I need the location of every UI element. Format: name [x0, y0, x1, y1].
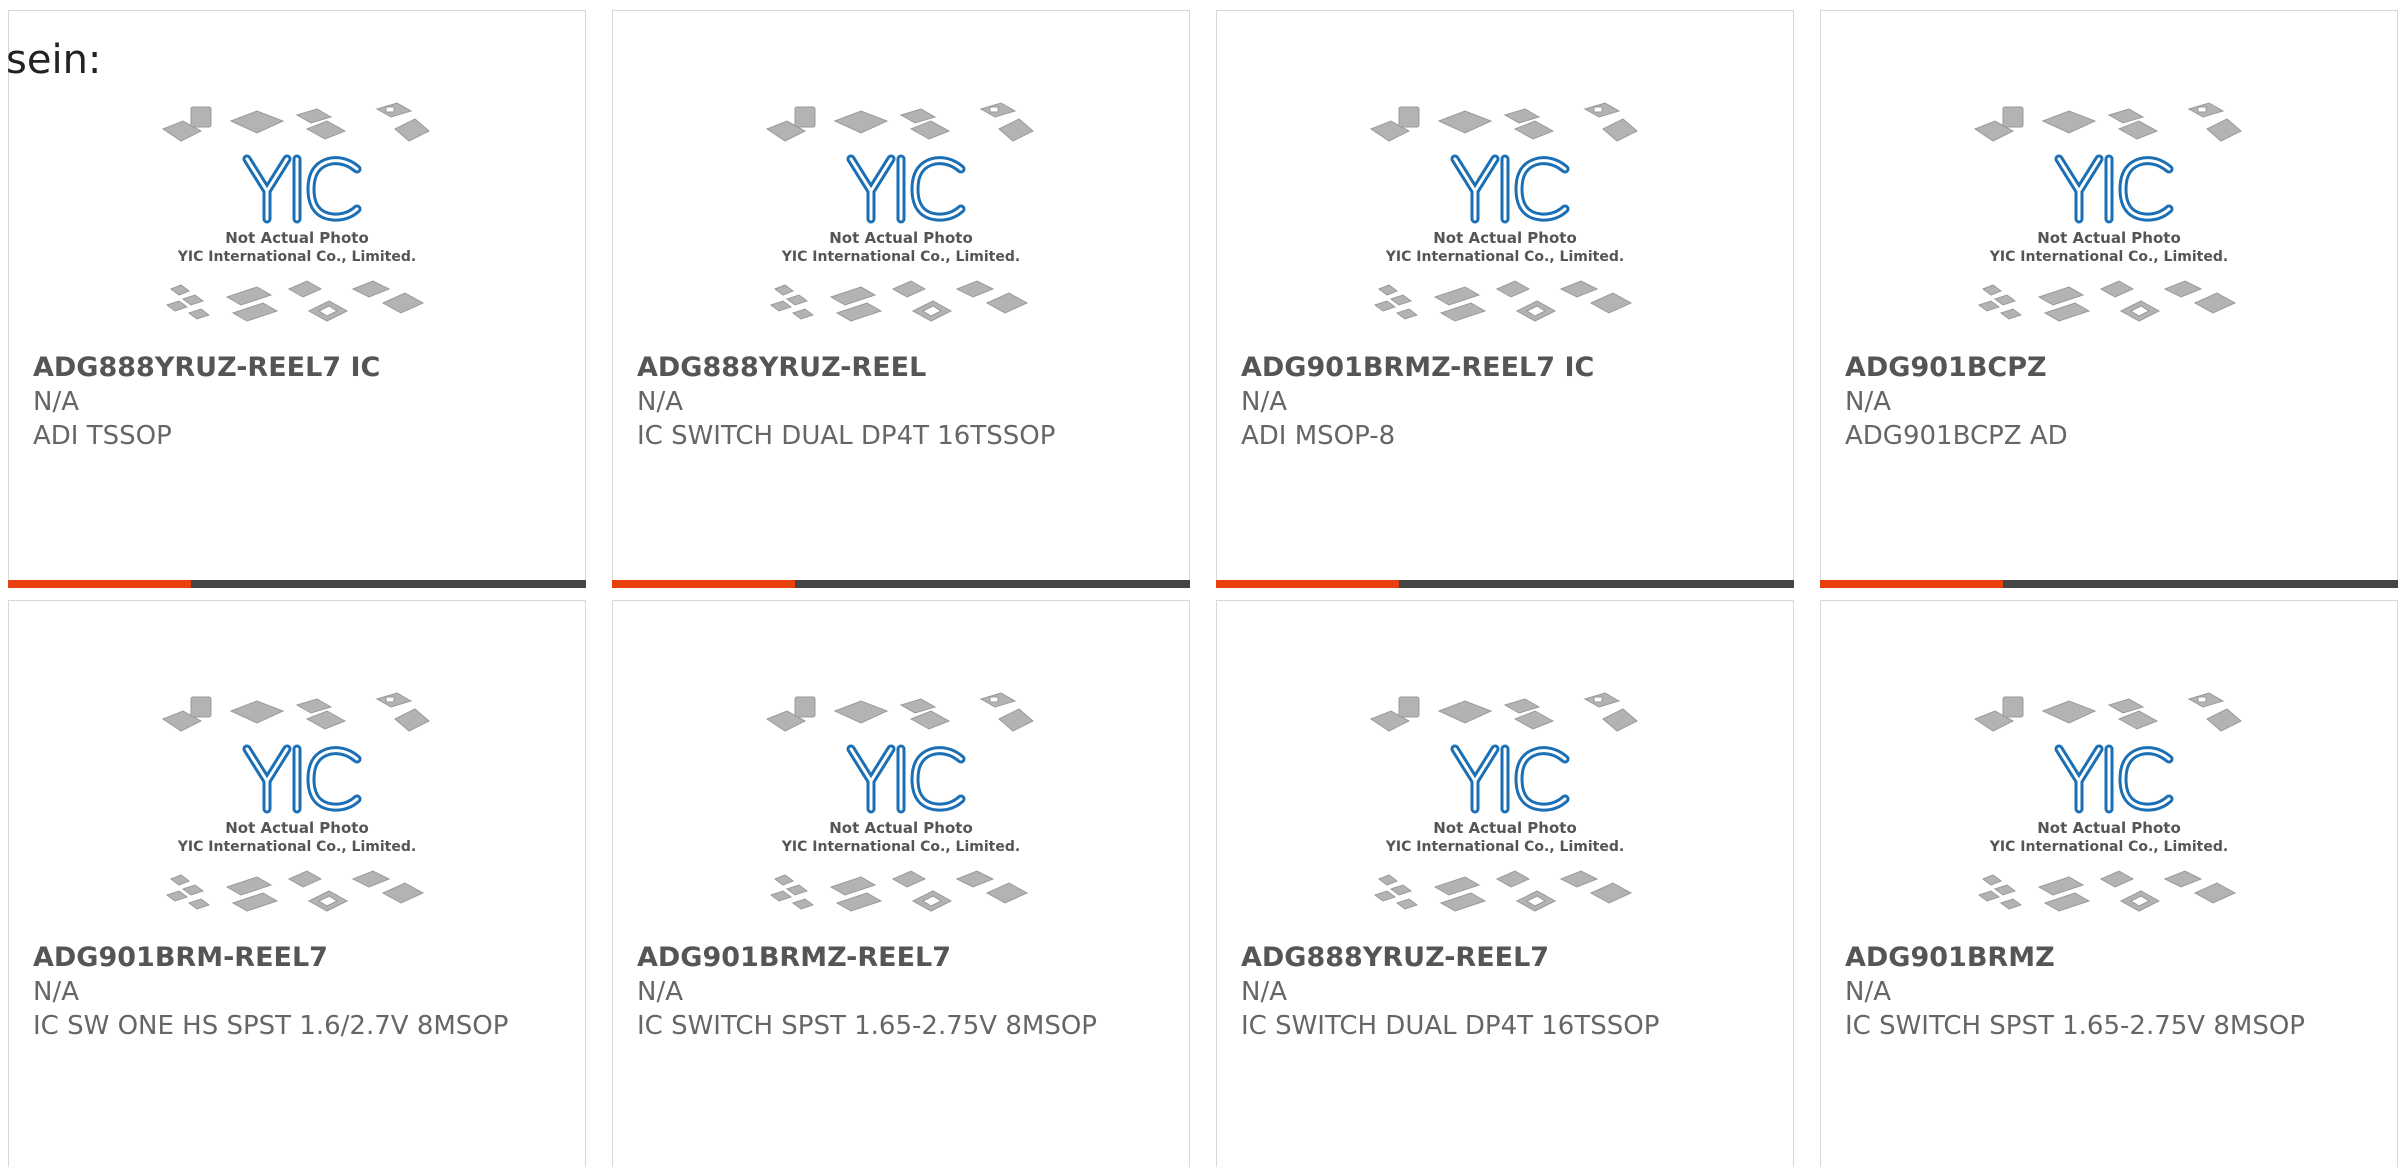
thumbnail-line2: YIC International Co., Limited.: [781, 249, 1020, 265]
part-number[interactable]: ADG901BRMZ: [1845, 941, 2373, 975]
product-thumbnail: Not Actual Photo YIC International Co., …: [1369, 692, 1638, 912]
thumbnail-line1: Not Actual Photo: [2037, 819, 2181, 837]
intro-text: sein:: [6, 37, 102, 83]
stock-status: N/A: [1241, 977, 1287, 1007]
card-accent-bar: [1820, 580, 2003, 588]
card-accent-bar: [8, 580, 191, 588]
product-info: ADG901BRMZ-REEL7 IC N/A ADI MSOP-8: [1241, 351, 1769, 453]
card-bottom-bar: [612, 580, 1190, 588]
card-bottom-bar: [1820, 580, 2398, 588]
stock-status: N/A: [1241, 387, 1287, 417]
part-number[interactable]: ADG888YRUZ-REEL: [637, 351, 1165, 385]
product-description: ADI TSSOP: [33, 421, 172, 451]
part-number[interactable]: ADG901BRMZ-REEL7 IC: [1241, 351, 1769, 385]
thumbnail-line1: Not Actual Photo: [225, 229, 369, 247]
product-info: ADG901BRMZ-REEL7 N/A IC SWITCH SPST 1.65…: [637, 941, 1165, 1043]
product-description: ADI MSOP-8: [1241, 421, 1396, 451]
product-card[interactable]: Not Actual Photo YIC International Co., …: [1216, 600, 1794, 1167]
product-card[interactable]: Not Actual Photo YIC International Co., …: [1820, 600, 2398, 1167]
thumbnail-line2: YIC International Co., Limited.: [1989, 839, 2228, 855]
product-card[interactable]: Not Actual Photo YIC International Co., …: [8, 10, 586, 588]
part-number[interactable]: ADG901BRM-REEL7: [33, 941, 561, 975]
card-bottom-bar: [8, 580, 586, 588]
product-description: IC SWITCH DUAL DP4T 16TSSOP: [637, 421, 1056, 451]
product-info: ADG901BCPZ N/A ADG901BCPZ AD: [1845, 351, 2373, 453]
product-description: IC SWITCH SPST 1.65-2.75V 8MSOP: [1845, 1011, 2305, 1041]
product-info: ADG888YRUZ-REEL7 N/A IC SWITCH DUAL DP4T…: [1241, 941, 1769, 1043]
thumbnail-line1: Not Actual Photo: [1433, 229, 1577, 247]
page: sein: Not Actual Photo YIC International…: [0, 0, 2400, 1167]
stock-status: N/A: [1845, 387, 1891, 417]
product-description: IC SWITCH SPST 1.65-2.75V 8MSOP: [637, 1011, 1097, 1041]
product-description: IC SW ONE HS SPST 1.6/2.7V 8MSOP: [33, 1011, 509, 1041]
product-thumbnail: Not Actual Photo YIC International Co., …: [1369, 102, 1638, 322]
product-thumbnail: Not Actual Photo YIC International Co., …: [161, 692, 430, 912]
product-card[interactable]: Not Actual Photo YIC International Co., …: [612, 10, 1190, 588]
product-info: ADG888YRUZ-REEL7 IC N/A ADI TSSOP: [33, 351, 561, 453]
product-thumbnail: Not Actual Photo YIC International Co., …: [1973, 102, 2242, 322]
thumbnail-line1: Not Actual Photo: [829, 819, 973, 837]
product-card[interactable]: Not Actual Photo YIC International Co., …: [8, 600, 586, 1167]
thumbnail-line1: Not Actual Photo: [829, 229, 973, 247]
thumbnail-line2: YIC International Co., Limited.: [781, 839, 1020, 855]
product-card[interactable]: Not Actual Photo YIC International Co., …: [1820, 10, 2398, 588]
product-card[interactable]: Not Actual Photo YIC International Co., …: [1216, 10, 1794, 588]
stock-status: N/A: [1845, 977, 1891, 1007]
part-number[interactable]: ADG901BCPZ: [1845, 351, 2373, 385]
product-info: ADG888YRUZ-REEL N/A IC SWITCH DUAL DP4T …: [637, 351, 1165, 453]
thumbnail-line2: YIC International Co., Limited.: [1385, 249, 1624, 265]
product-info: ADG901BRMZ N/A IC SWITCH SPST 1.65-2.75V…: [1845, 941, 2373, 1043]
product-grid: Not Actual Photo YIC International Co., …: [8, 10, 2398, 1167]
thumbnail-line2: YIC International Co., Limited.: [1989, 249, 2228, 265]
product-thumbnail: Not Actual Photo YIC International Co., …: [765, 692, 1034, 912]
thumbnail-line2: YIC International Co., Limited.: [177, 249, 416, 265]
part-number[interactable]: ADG901BRMZ-REEL7: [637, 941, 1165, 975]
card-accent-bar: [1216, 580, 1399, 588]
product-description: IC SWITCH DUAL DP4T 16TSSOP: [1241, 1011, 1660, 1041]
thumbnail-line1: Not Actual Photo: [2037, 229, 2181, 247]
card-accent-bar: [612, 580, 795, 588]
stock-status: N/A: [33, 977, 79, 1007]
product-info: ADG901BRM-REEL7 N/A IC SW ONE HS SPST 1.…: [33, 941, 561, 1043]
thumbnail-line1: Not Actual Photo: [225, 819, 369, 837]
part-number[interactable]: ADG888YRUZ-REEL7 IC: [33, 351, 561, 385]
part-number[interactable]: ADG888YRUZ-REEL7: [1241, 941, 1769, 975]
product-thumbnail: Not Actual Photo YIC International Co., …: [1973, 692, 2242, 912]
product-card[interactable]: Not Actual Photo YIC International Co., …: [612, 600, 1190, 1167]
product-thumbnail: Not Actual Photo YIC International Co., …: [161, 102, 430, 322]
card-bottom-bar: [1216, 580, 1794, 588]
thumbnail-line1: Not Actual Photo: [1433, 819, 1577, 837]
thumbnail-line2: YIC International Co., Limited.: [177, 839, 416, 855]
stock-status: N/A: [637, 387, 683, 417]
product-thumbnail: Not Actual Photo YIC International Co., …: [765, 102, 1034, 322]
stock-status: N/A: [637, 977, 683, 1007]
stock-status: N/A: [33, 387, 79, 417]
thumbnail-line2: YIC International Co., Limited.: [1385, 839, 1624, 855]
product-description: ADG901BCPZ AD: [1845, 421, 2068, 451]
